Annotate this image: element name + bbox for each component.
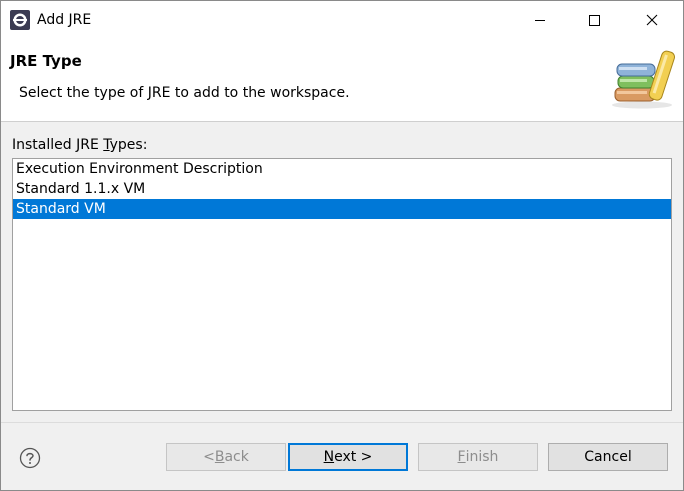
label-suffix: ypes: [109,137,148,153]
finish-button[interactable]: Finish [418,443,538,471]
list-item-selected[interactable]: Standard VM [13,199,671,219]
maximize-icon [589,15,600,26]
list-item[interactable]: Execution Environment Description [13,159,671,179]
back-button[interactable]: < Back [166,443,286,471]
window-title: Add JRE [37,12,92,28]
next-button[interactable]: Next > [288,443,408,471]
books-icon [612,50,675,109]
back-suffix: ack [224,449,249,465]
page-description: Select the type of JRE to add to the wor… [19,85,350,101]
back-prefix: < [203,449,215,465]
close-icon [646,14,658,26]
eclipse-icon [10,10,30,30]
footer-separator [1,422,683,423]
close-button[interactable] [629,1,675,39]
add-jre-dialog: Add JRE JRE Type Select the type of JRE … [0,0,684,491]
minimize-icon [535,20,545,21]
back-mnemonic: B [214,449,225,465]
next-suffix: ext > [334,449,373,465]
wizard-header: JRE Type Select the type of JRE to add t… [1,39,683,122]
label-prefix: Installed JRE [12,137,104,153]
cancel-button[interactable]: Cancel [548,443,668,471]
finish-mnemonic: F [457,449,466,465]
jre-type-list[interactable]: Execution Environment Description Standa… [12,158,672,411]
page-title: JRE Type [10,52,82,70]
minimize-button[interactable] [517,1,563,39]
list-item[interactable]: Standard 1.1.x VM [13,179,671,199]
help-icon[interactable] [19,447,41,469]
installed-jre-types-label: Installed JRE Types: [12,135,147,155]
title-bar: Add JRE [1,1,683,39]
finish-suffix: inish [465,449,499,465]
next-mnemonic: N [323,449,335,465]
maximize-button[interactable] [571,1,617,39]
